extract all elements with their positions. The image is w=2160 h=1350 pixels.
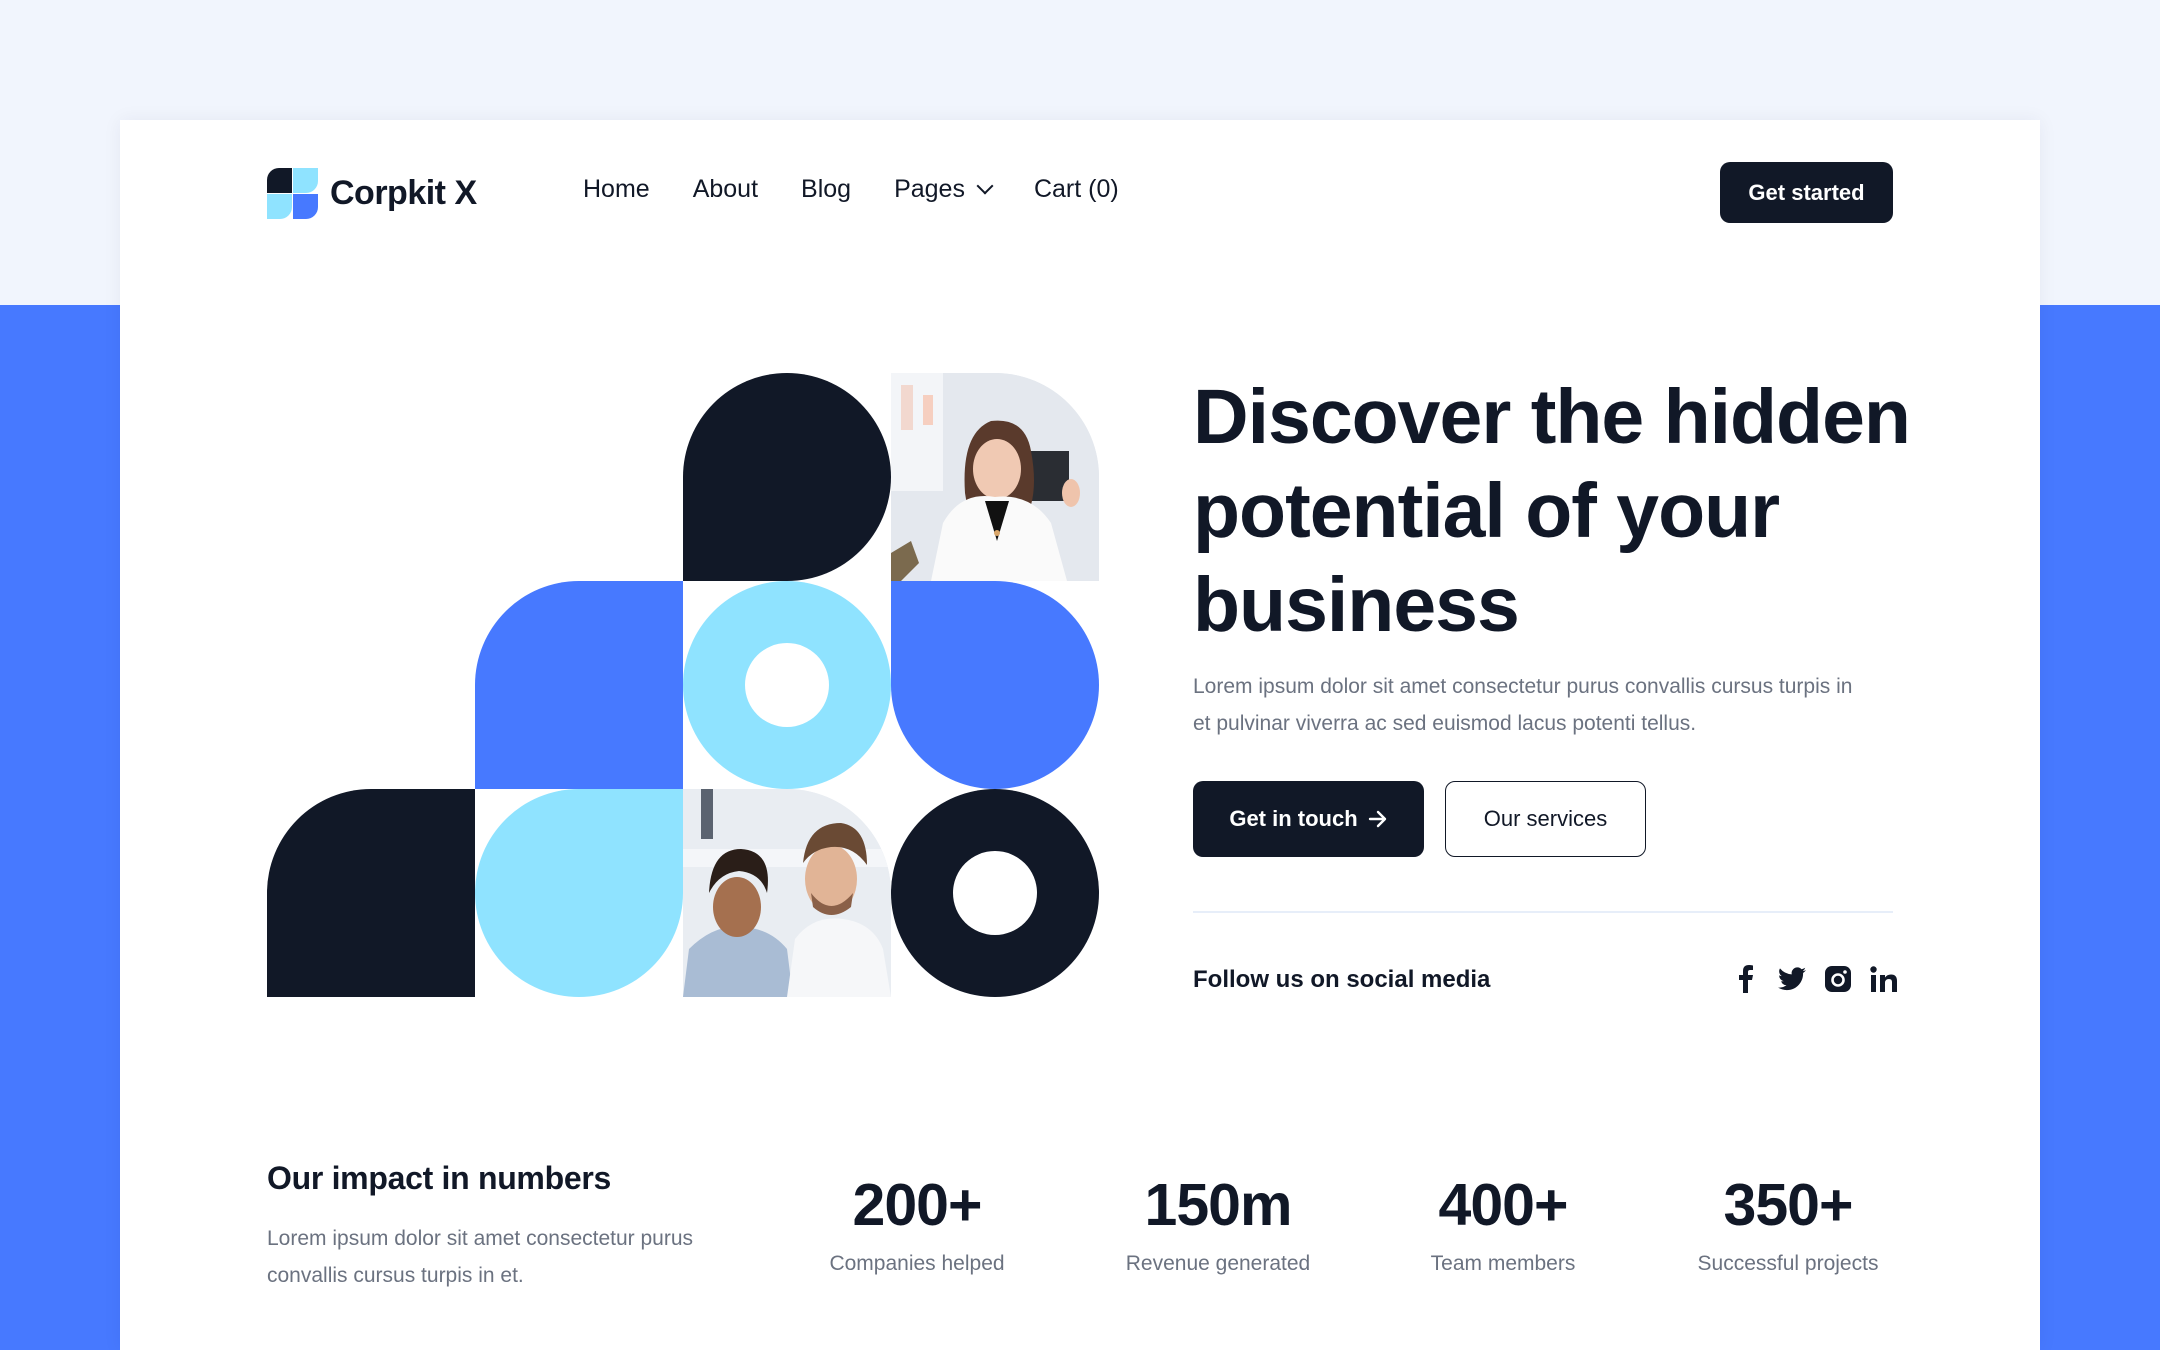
- impact-subtitle: Lorem ipsum dolor sit amet consectetur p…: [267, 1227, 694, 1287]
- get-started-button[interactable]: Get started: [1720, 162, 1893, 223]
- photo-colleagues-working: [683, 789, 891, 997]
- hero-mosaic: [267, 373, 1099, 997]
- mosaic-dark-leaf-shape: [683, 373, 891, 581]
- stat-revenue: 150m Revenue generated: [1088, 1170, 1348, 1276]
- stat-value: 350+: [1723, 1172, 1854, 1238]
- nav-item-pages-label: Pages: [894, 175, 965, 203]
- nav-item-home[interactable]: Home: [583, 175, 650, 204]
- mosaic-cyan-leaf-shape: [475, 789, 683, 997]
- mosaic-dark-ring-shape: [891, 789, 1099, 997]
- hero-title: Discover the hidden potential of your bu…: [1193, 374, 1911, 648]
- chevron-down-icon: [976, 177, 994, 194]
- hero-subtitle: Lorem ipsum dolor sit amet consectetur p…: [1193, 675, 1853, 735]
- stat-label: Revenue generated: [1125, 1252, 1311, 1275]
- get-in-touch-button[interactable]: Get in touch: [1193, 781, 1424, 857]
- linkedin-icon[interactable]: [1870, 964, 1898, 994]
- mosaic-blue-quarter-shape: [475, 581, 683, 789]
- photo-woman-at-desk: [891, 373, 1099, 581]
- stat-value: 200+: [852, 1172, 983, 1238]
- section-divider: [1193, 911, 1893, 913]
- stat-label: Team members: [1430, 1252, 1576, 1275]
- our-services-button[interactable]: Our services: [1445, 781, 1646, 857]
- twitter-icon[interactable]: [1778, 964, 1806, 994]
- stat-label: Successful projects: [1697, 1252, 1879, 1275]
- logo-mark-icon: [267, 168, 318, 219]
- nav-item-pages[interactable]: Pages: [894, 175, 994, 204]
- instagram-icon[interactable]: [1824, 964, 1852, 994]
- stat-companies: 200+ Companies helped: [787, 1170, 1047, 1276]
- impact-title: Our impact in numbers: [267, 1160, 611, 1196]
- social-media-label: Follow us on social media: [1193, 966, 1491, 993]
- nav-item-cart[interactable]: Cart (0): [1034, 175, 1119, 204]
- stat-team: 400+ Team members: [1373, 1170, 1633, 1276]
- mosaic-dark-quarter-shape: [267, 789, 475, 997]
- nav-item-about[interactable]: About: [693, 175, 758, 204]
- main-nav: Home About Blog Pages Cart (0): [583, 175, 1119, 204]
- page-card: Corpkit X Home About Blog Pages Cart (0)…: [120, 120, 2040, 1350]
- stat-value: 400+: [1438, 1172, 1569, 1238]
- stat-projects: 350+ Successful projects: [1658, 1170, 1918, 1276]
- stat-label: Companies helped: [829, 1252, 1005, 1275]
- arrow-right-icon: [1368, 810, 1386, 828]
- brand-name: Corpkit X: [330, 174, 477, 212]
- stat-value: 150m: [1144, 1172, 1293, 1238]
- brand-logo[interactable]: Corpkit X: [267, 168, 477, 219]
- mosaic-blue-leaf-shape: [891, 581, 1099, 789]
- nav-item-blog[interactable]: Blog: [801, 175, 851, 204]
- get-in-touch-label: Get in touch: [1229, 806, 1358, 831]
- facebook-icon[interactable]: [1732, 964, 1760, 994]
- mosaic-cyan-ring-shape: [683, 581, 891, 789]
- social-links: [1732, 964, 1898, 994]
